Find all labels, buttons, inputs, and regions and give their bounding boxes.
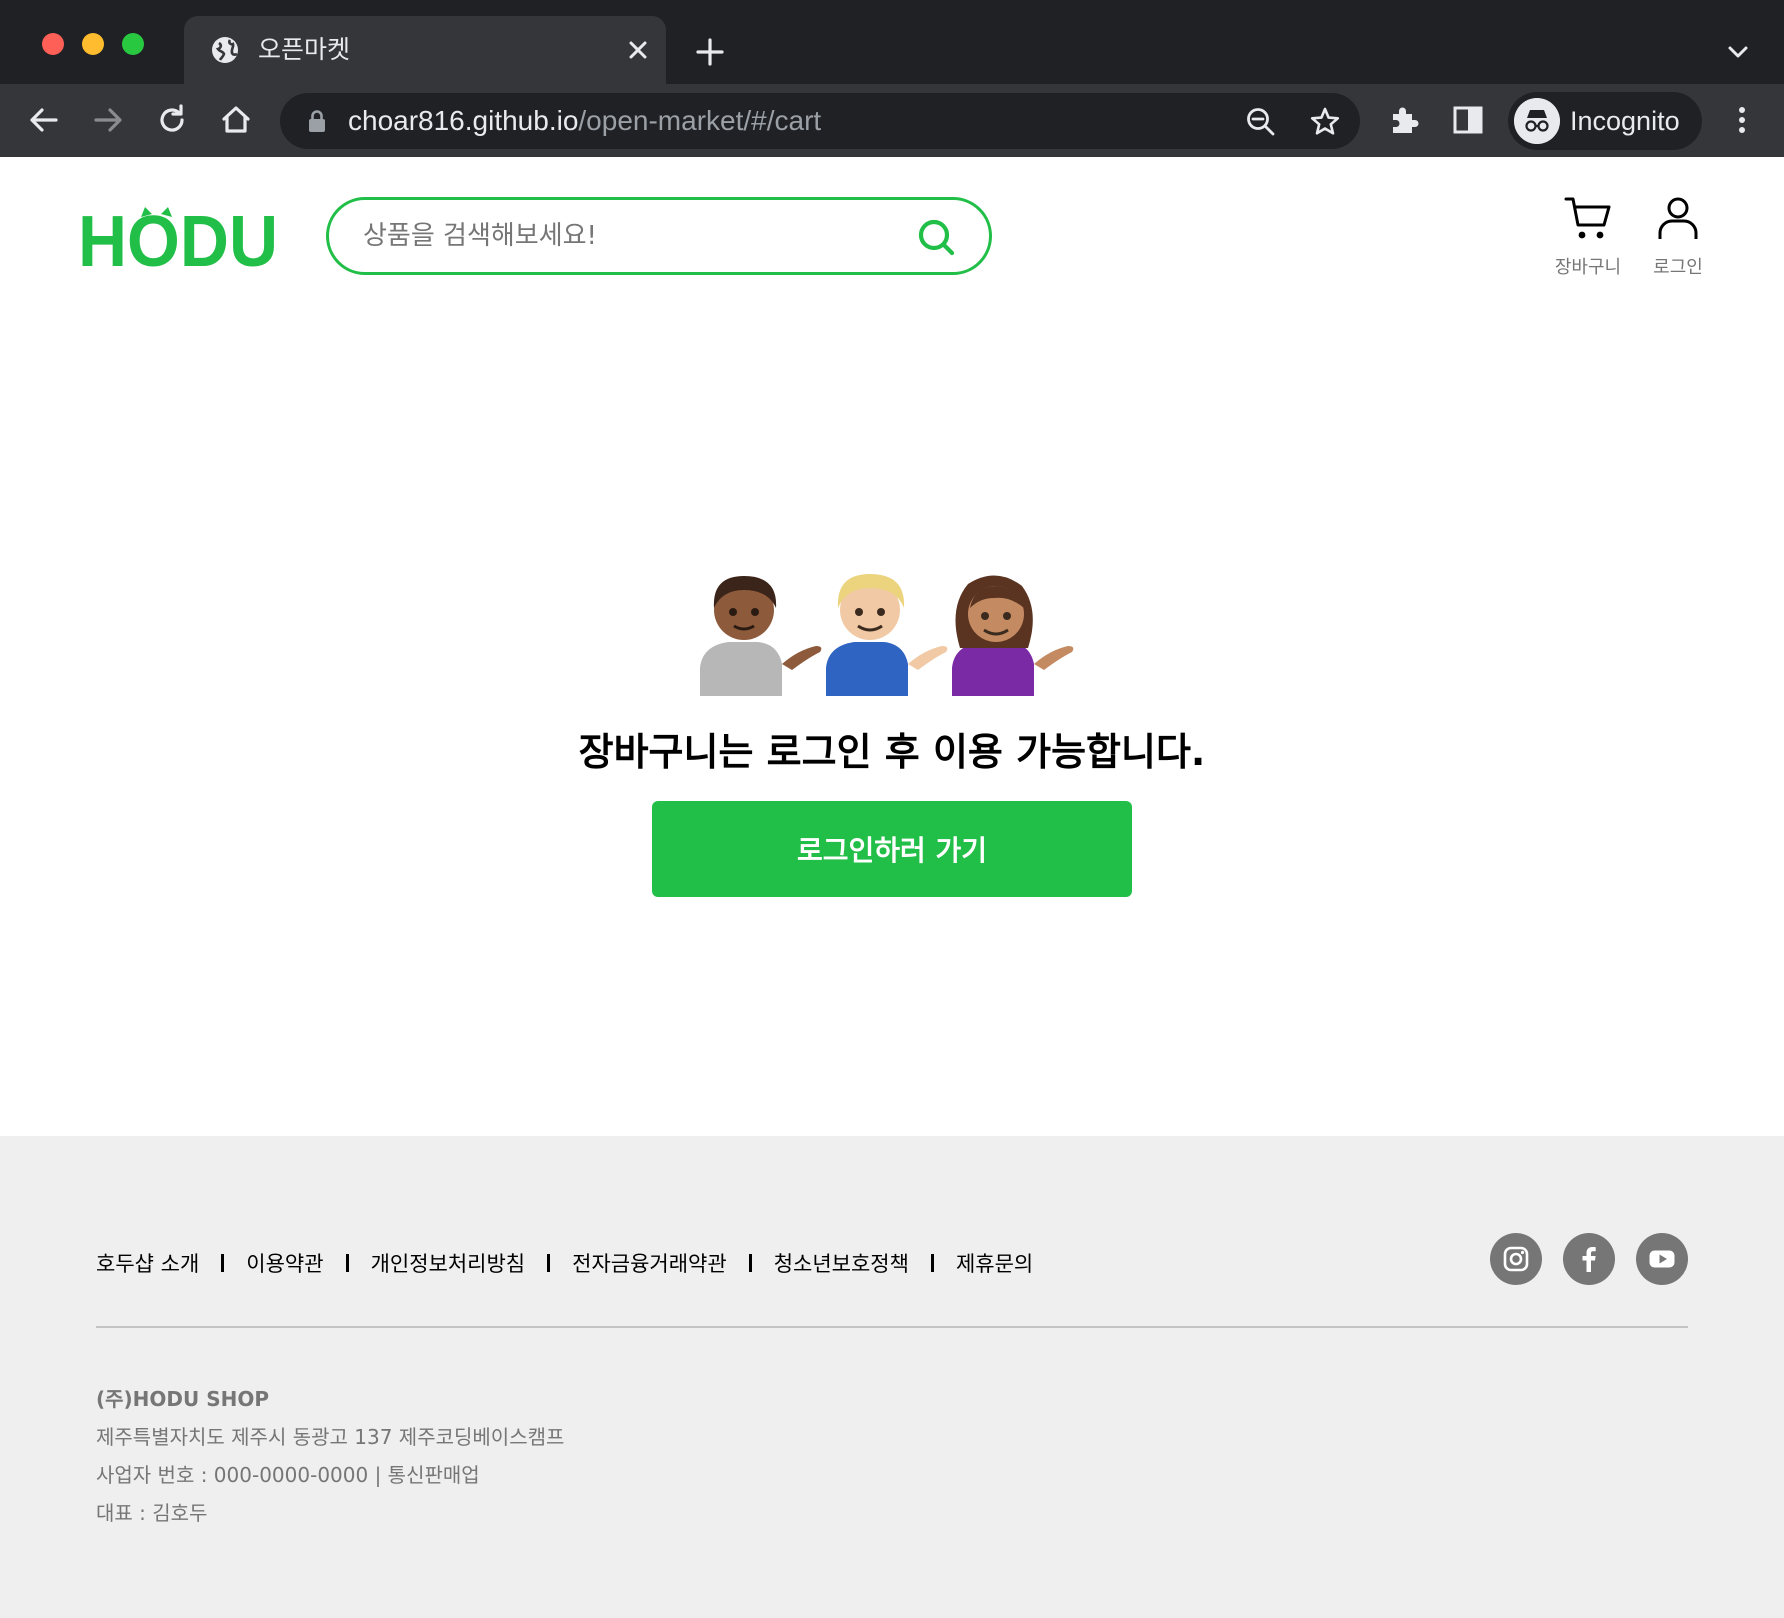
incognito-profile-button[interactable]: Incognito xyxy=(1508,92,1702,150)
extensions-puzzle-icon[interactable] xyxy=(1384,100,1424,140)
globe-icon xyxy=(212,37,238,63)
profile-label: Incognito xyxy=(1570,106,1680,136)
footer-link-divider xyxy=(345,1254,349,1272)
footer-link-divider xyxy=(930,1254,934,1272)
shopping-cart-icon xyxy=(1564,197,1611,239)
footer-link-divider xyxy=(221,1254,225,1272)
person-tipping-hand-icon-2 xyxy=(826,574,948,696)
facebook-icon xyxy=(1582,1247,1596,1272)
footer-link-e-finance[interactable]: 전자금융거래약관 xyxy=(572,1248,727,1278)
footer-link-youth-protection[interactable]: 청소년보호정책 xyxy=(774,1248,909,1278)
minimize-window-button[interactable] xyxy=(82,33,104,55)
bookmark-star-icon[interactable] xyxy=(1308,105,1342,139)
company-address: 제주특별자치도 제주시 동광고 137 제주코딩베이스캠프 xyxy=(96,1425,565,1449)
reload-icon[interactable] xyxy=(152,100,192,140)
footer-link-divider xyxy=(547,1254,551,1272)
cart-main: 장바구니는 로그인 후 이용 가능합니다. 로그인하러 가기 xyxy=(0,313,1784,1136)
company-name: (주)HODU SHOP xyxy=(96,1387,270,1411)
lock-icon[interactable] xyxy=(306,109,328,133)
search-icon[interactable] xyxy=(915,216,957,258)
tab-search-chevron-icon[interactable] xyxy=(1724,38,1752,66)
footer-link-privacy[interactable]: 개인정보처리방침 xyxy=(371,1248,526,1278)
close-window-button[interactable] xyxy=(42,33,64,55)
maximize-window-button[interactable] xyxy=(122,33,144,55)
footer-links: 호두샵 소개 이용약관 개인정보처리방침 전자금융거래약관 청소년보호정책 제휴… xyxy=(96,1248,1033,1278)
cart-link[interactable]: 장바구니 xyxy=(1548,195,1628,279)
footer-link-partnership[interactable]: 제휴문의 xyxy=(956,1248,1033,1278)
tab-strip: 오픈마켓 xyxy=(0,0,1784,84)
company-ceo: 대표 : 김호두 xyxy=(96,1501,208,1525)
facebook-link[interactable] xyxy=(1563,1233,1615,1285)
instagram-link[interactable] xyxy=(1490,1233,1542,1285)
browser-toolbar: choar816.github.io/open-market/#/cart In… xyxy=(0,84,1784,157)
browser-tab-active[interactable]: 오픈마켓 xyxy=(184,16,666,84)
forward-arrow-icon[interactable] xyxy=(88,100,128,140)
user-icon xyxy=(1658,197,1698,239)
browser-chrome: 오픈마켓 choar816.github.io/open-market/#/ca… xyxy=(0,0,1784,157)
hodu-logo[interactable]: HODU xyxy=(78,203,278,273)
zoom-out-icon[interactable] xyxy=(1244,105,1278,139)
incognito-icon xyxy=(1514,98,1560,144)
home-icon[interactable] xyxy=(216,100,256,140)
url-host: choar816.github.io xyxy=(348,105,579,136)
back-arrow-icon[interactable] xyxy=(24,100,64,140)
footer-divider xyxy=(96,1326,1688,1328)
new-tab-icon[interactable] xyxy=(692,34,728,70)
youtube-link[interactable] xyxy=(1636,1233,1688,1285)
business-number: 사업자 번호 : 000-0000-0000 | 통신판매업 xyxy=(96,1463,480,1487)
footer-link-about[interactable]: 호두샵 소개 xyxy=(96,1248,199,1278)
person-tipping-hand-icon-1 xyxy=(700,576,822,696)
search-bar xyxy=(326,197,992,275)
side-panel-icon[interactable] xyxy=(1448,100,1488,140)
close-tab-icon[interactable] xyxy=(624,36,652,64)
url-text: choar816.github.io/open-market/#/cart xyxy=(348,105,821,137)
company-info: (주)HODU SHOP 제주특별자치도 제주시 동광고 137 제주코딩베이스… xyxy=(96,1380,564,1532)
footer-link-terms[interactable]: 이용약관 xyxy=(246,1248,323,1278)
footer-link-divider xyxy=(748,1254,752,1272)
person-tipping-hand-icon-3 xyxy=(952,575,1074,696)
url-path: /open-market/#/cart xyxy=(578,105,822,136)
more-menu-icon[interactable] xyxy=(1722,100,1762,140)
instagram-icon xyxy=(1503,1246,1529,1272)
go-to-login-button[interactable]: 로그인하러 가기 xyxy=(652,801,1132,897)
person-tipping-hand-illustration xyxy=(700,574,1074,696)
youtube-icon xyxy=(1649,1250,1675,1268)
login-required-message: 장바구니는 로그인 후 이용 가능합니다. xyxy=(578,730,1206,774)
address-bar[interactable]: choar816.github.io/open-market/#/cart xyxy=(280,93,1360,149)
login-link[interactable]: 로그인 xyxy=(1638,195,1718,279)
cart-label: 장바구니 xyxy=(1554,257,1622,278)
site-header: HODU 장바구니 로그인 xyxy=(0,157,1784,313)
site-footer: 호두샵 소개 이용약관 개인정보처리방침 전자금융거래약관 청소년보호정책 제휴… xyxy=(0,1136,1784,1618)
svg-text:HODU: HODU xyxy=(78,203,278,273)
tab-title: 오픈마켓 xyxy=(258,36,351,64)
login-label: 로그인 xyxy=(1653,257,1703,278)
search-input[interactable] xyxy=(363,216,903,256)
